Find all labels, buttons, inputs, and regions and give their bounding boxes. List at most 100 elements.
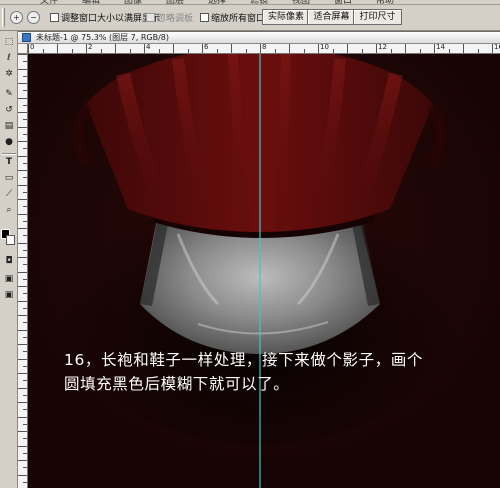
ruler-tick bbox=[18, 271, 27, 273]
ruler-tick bbox=[260, 44, 261, 53]
ruler-tick bbox=[18, 329, 27, 331]
ruler-tick bbox=[42, 49, 44, 53]
ruler-label: 14 bbox=[436, 44, 445, 51]
ruler-origin[interactable] bbox=[18, 44, 28, 54]
ruler-tick bbox=[18, 358, 27, 360]
ruler-tick bbox=[477, 49, 479, 53]
document-title-bar[interactable]: 未标题-1 @ 75.3% (图层 7, RGB/8) bbox=[18, 32, 500, 44]
ruler-tick bbox=[18, 373, 27, 374]
quick-mask-icon[interactable]: ◘ bbox=[3, 256, 15, 267]
caption-line-1: 16，长袍和鞋子一样处理，接下来做个影子，画个 bbox=[64, 351, 424, 369]
ruler-tick bbox=[187, 49, 189, 53]
vertical-ruler[interactable] bbox=[18, 44, 28, 488]
ruler-tick bbox=[23, 148, 27, 150]
ruler-tick bbox=[23, 264, 27, 266]
ruler-tick bbox=[303, 49, 305, 53]
zoom-all-windows-checkbox[interactable] bbox=[200, 13, 209, 22]
ruler-tick bbox=[18, 126, 27, 128]
ruler-tick bbox=[23, 438, 27, 440]
ruler-tick bbox=[129, 49, 131, 53]
magic-wand-tool-icon[interactable]: ✲ bbox=[3, 69, 15, 80]
gradient-tool-icon[interactable]: ▤ bbox=[3, 121, 15, 132]
ruler-label: 2 bbox=[88, 44, 93, 51]
history-brush-tool-icon[interactable]: ↺ bbox=[3, 105, 15, 116]
ruler-tick bbox=[202, 44, 203, 53]
ruler-tick bbox=[23, 235, 27, 237]
ruler-tick bbox=[23, 220, 27, 222]
ruler-tick bbox=[216, 49, 218, 53]
ruler-tick bbox=[18, 315, 27, 316]
ruler-tick bbox=[71, 49, 73, 53]
lasso-tool-icon[interactable]: ℓ bbox=[3, 53, 15, 64]
ignore-palettes-label: 忽略调板 bbox=[157, 14, 194, 24]
type-tool-icon[interactable]: T bbox=[3, 157, 15, 168]
ruler-tick bbox=[18, 344, 27, 345]
background-color-swatch[interactable] bbox=[6, 235, 15, 245]
ruler-tick bbox=[18, 228, 27, 229]
ruler-tick bbox=[23, 336, 27, 338]
resize-window-checkbox[interactable] bbox=[50, 13, 59, 22]
ruler-tick bbox=[434, 44, 435, 53]
ruler-tick bbox=[18, 387, 27, 389]
ruler-label: 16 bbox=[494, 44, 500, 51]
ruler-tick bbox=[23, 177, 27, 179]
print-size-button[interactable]: 打印尺寸 bbox=[353, 9, 402, 25]
ruler-label: 6 bbox=[204, 44, 209, 51]
ruler-tick bbox=[23, 467, 27, 469]
ruler-tick bbox=[18, 213, 27, 215]
ruler-tick bbox=[274, 49, 276, 53]
horizontal-ruler[interactable]: 024681012141618 bbox=[28, 44, 500, 54]
zoom-tool-icon[interactable]: ⌕ bbox=[3, 205, 15, 216]
ruler-tick bbox=[18, 155, 27, 157]
ruler-tick bbox=[318, 44, 319, 53]
eyedropper-tool-icon[interactable]: ⟋ bbox=[3, 189, 15, 200]
marquee-tool-icon[interactable]: ⬚ bbox=[3, 37, 15, 48]
options-bar-grip[interactable] bbox=[2, 8, 5, 27]
ruler-tick bbox=[18, 184, 27, 186]
ruler-tick bbox=[18, 402, 27, 403]
brush-tool-icon[interactable]: ✎ bbox=[3, 89, 15, 100]
ruler-tick bbox=[115, 44, 116, 53]
screen-mode-full-icon[interactable]: ▣ bbox=[3, 290, 15, 301]
ruler-tick bbox=[23, 380, 27, 382]
ruler-tick bbox=[18, 257, 27, 258]
ruler-tick bbox=[18, 83, 27, 84]
ruler-tick bbox=[23, 249, 27, 251]
ruler-tick bbox=[376, 44, 377, 53]
screen-mode-icon[interactable]: ▣ bbox=[3, 274, 15, 285]
document-title: 未标题-1 @ 75.3% (图层 7, RGB/8) bbox=[36, 33, 170, 42]
ruler-tick bbox=[23, 481, 27, 483]
shape-tool-icon[interactable]: ▭ bbox=[3, 173, 15, 184]
dodge-tool-icon[interactable]: ● bbox=[3, 137, 15, 148]
ruler-tick bbox=[18, 112, 27, 113]
ruler-tick bbox=[18, 460, 27, 461]
ruler-tick bbox=[18, 431, 27, 432]
toolbox: ⬚ ℓ ✲ ✎ ↺ ▤ ● T ▭ ⟋ ⌕ ◘ ▣ ▣ bbox=[0, 31, 18, 488]
ruler-tick bbox=[18, 170, 27, 171]
ruler-tick bbox=[332, 49, 334, 53]
ruler-tick bbox=[23, 423, 27, 425]
ruler-label: 12 bbox=[378, 44, 387, 51]
actual-pixels-button[interactable]: 实际像素 bbox=[262, 9, 310, 25]
ruler-tick bbox=[23, 365, 27, 367]
ruler-tick bbox=[57, 44, 58, 53]
ruler-tick bbox=[18, 474, 27, 476]
document-icon bbox=[22, 33, 31, 42]
ruler-tick bbox=[23, 293, 27, 295]
ruler-tick bbox=[28, 44, 29, 53]
ruler-tick bbox=[361, 49, 363, 53]
zoom-in-icon[interactable]: + bbox=[10, 11, 23, 24]
ruler-tick bbox=[23, 307, 27, 309]
ruler-tick bbox=[144, 44, 145, 53]
ignore-palettes-checkbox[interactable] bbox=[146, 13, 155, 22]
ruler-label: 8 bbox=[262, 44, 267, 51]
ruler-tick bbox=[18, 242, 27, 244]
document-canvas[interactable]: 16，长袍和鞋子一样处理，接下来做个影子，画个 圆填充黑色后模糊下就可以了。 bbox=[28, 54, 500, 488]
ruler-tick bbox=[23, 322, 27, 324]
fit-screen-button[interactable]: 适合屏幕 bbox=[307, 9, 356, 25]
ruler-tick bbox=[23, 104, 27, 106]
ruler-tick bbox=[18, 286, 27, 287]
ruler-tick bbox=[18, 97, 27, 99]
zoom-out-icon[interactable]: − bbox=[27, 11, 40, 24]
tutorial-caption: 16，长袍和鞋子一样处理，接下来做个影子，画个 圆填充黑色后模糊下就可以了。 bbox=[64, 348, 494, 396]
